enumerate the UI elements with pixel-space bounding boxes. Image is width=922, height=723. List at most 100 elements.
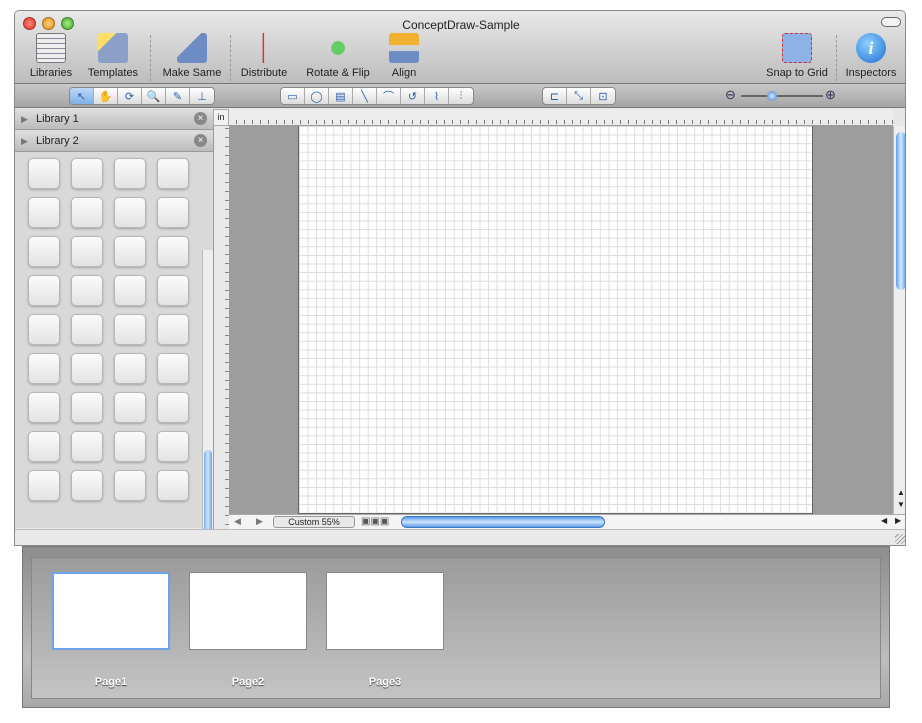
library-shape[interactable]: [114, 431, 146, 462]
page-thumbnail-2[interactable]: Page2: [189, 572, 307, 694]
library-shape[interactable]: [71, 197, 103, 228]
library-shape[interactable]: [28, 470, 60, 501]
library-shape[interactable]: [157, 392, 189, 423]
eyedropper-tool[interactable]: ✎: [166, 88, 190, 104]
zoom-slider[interactable]: [741, 91, 823, 101]
ellipse-tool[interactable]: ◯: [305, 88, 329, 104]
libraries-button[interactable]: Libraries: [29, 33, 73, 79]
zoom-slider-thumb[interactable]: [767, 91, 777, 101]
library-shape[interactable]: [71, 470, 103, 501]
library-shape[interactable]: [114, 197, 146, 228]
library-shape[interactable]: [114, 158, 146, 189]
library-header-1[interactable]: ▶ Library 1 ×: [15, 109, 213, 130]
curve-tool[interactable]: ↺: [401, 88, 425, 104]
library-shape[interactable]: [157, 158, 189, 189]
tool-group-connect: ⊏ ⤡ ⊡: [542, 87, 616, 105]
library-shape[interactable]: [28, 314, 60, 345]
library-shape[interactable]: [71, 431, 103, 462]
disclosure-triangle-icon[interactable]: ▶: [21, 114, 28, 125]
library-shape[interactable]: [28, 353, 60, 384]
view-mode-buttons[interactable]: ▣▣▣: [361, 516, 389, 527]
distribute-button[interactable]: Distribute: [238, 33, 290, 79]
scroll-left-arrow[interactable]: ◀: [881, 516, 887, 525]
library-shape[interactable]: [28, 197, 60, 228]
libraries-label: Libraries: [29, 67, 73, 79]
rotate-tool[interactable]: ⟳: [118, 88, 142, 104]
make-same-button[interactable]: Make Same: [161, 33, 223, 79]
library-shape[interactable]: [157, 275, 189, 306]
library-shape[interactable]: [28, 158, 60, 189]
scroll-down-arrow[interactable]: ▼: [897, 500, 905, 509]
scroll-up-arrow[interactable]: ▲: [897, 488, 905, 497]
rectangle-tool[interactable]: ▭: [281, 88, 305, 104]
library-shape[interactable]: [157, 431, 189, 462]
library-shape[interactable]: [157, 236, 189, 267]
make-same-icon: [177, 33, 207, 63]
library-shape[interactable]: [114, 392, 146, 423]
library-shape[interactable]: [28, 275, 60, 306]
rotate-flip-label: Rotate & Flip: [306, 67, 370, 79]
library-shape[interactable]: [157, 470, 189, 501]
page-thumbnail-1[interactable]: Page1: [52, 572, 170, 694]
zoom-in-icon[interactable]: ⊕: [825, 87, 836, 103]
vertical-scroll-thumb[interactable]: [896, 132, 905, 290]
drawing-page[interactable]: [298, 126, 813, 514]
templates-button[interactable]: Templates: [83, 33, 143, 79]
zoom-select[interactable]: Custom 55%: [273, 516, 355, 528]
page-thumbnail-3[interactable]: Page3: [326, 572, 444, 694]
resize-grip-icon[interactable]: [895, 534, 905, 544]
library-shape[interactable]: [71, 353, 103, 384]
library-shape[interactable]: [114, 314, 146, 345]
library-shape[interactable]: [28, 236, 60, 267]
library-scrollbar[interactable]: [202, 250, 213, 545]
arc-tool[interactable]: ⌒: [377, 88, 401, 104]
align-icon: [389, 33, 419, 63]
library-shape[interactable]: [157, 197, 189, 228]
window-title: ConceptDraw-Sample: [402, 18, 520, 32]
library-shape[interactable]: [114, 236, 146, 267]
library-shape[interactable]: [71, 236, 103, 267]
connector-tool[interactable]: ⫶: [449, 88, 473, 104]
horizontal-scroll-thumb[interactable]: [401, 516, 605, 528]
library-shape[interactable]: [157, 353, 189, 384]
hand-tool[interactable]: ✋: [94, 88, 118, 104]
bezier-tool[interactable]: ⌇: [425, 88, 449, 104]
canvas-area[interactable]: [229, 126, 893, 514]
vertical-scrollbar[interactable]: ▲ ▼: [893, 126, 905, 529]
library-shape[interactable]: [28, 431, 60, 462]
scroll-right-arrow[interactable]: ▶: [895, 516, 901, 525]
close-library-icon[interactable]: ×: [194, 134, 207, 147]
toolbar-toggle-button[interactable]: [881, 17, 901, 27]
text-tool[interactable]: ▤: [329, 88, 353, 104]
library-shape[interactable]: [114, 470, 146, 501]
separator: [230, 35, 231, 81]
inspectors-button[interactable]: i Inspectors: [843, 33, 899, 79]
snap-to-grid-button[interactable]: Snap to Grid: [765, 33, 829, 79]
library-shape[interactable]: [114, 353, 146, 384]
line-tool[interactable]: ╲: [353, 88, 377, 104]
templates-icon: [98, 33, 128, 63]
zoom-out-icon[interactable]: ⊖: [725, 87, 736, 103]
connector-direct-tool[interactable]: ⤡: [567, 88, 591, 104]
library-shape[interactable]: [28, 392, 60, 423]
pointer-tool[interactable]: ↖: [70, 88, 94, 104]
library-shape[interactable]: [157, 314, 189, 345]
ruler-unit[interactable]: in: [213, 109, 229, 126]
next-page-button[interactable]: ▶: [256, 516, 263, 527]
library-header-2[interactable]: ▶ Library 2 ×: [15, 131, 213, 152]
library-shape[interactable]: [71, 314, 103, 345]
disclosure-triangle-icon[interactable]: ▶: [21, 136, 28, 147]
connector-box-tool[interactable]: ⊡: [591, 88, 615, 104]
stamp-tool[interactable]: ⊥: [190, 88, 214, 104]
connector-smart-tool[interactable]: ⊏: [543, 88, 567, 104]
page-label: Page2: [231, 676, 265, 688]
close-library-icon[interactable]: ×: [194, 112, 207, 125]
library-shape[interactable]: [114, 275, 146, 306]
library-shape[interactable]: [71, 158, 103, 189]
rotate-flip-button[interactable]: Rotate & Flip: [303, 33, 373, 79]
align-button[interactable]: Align: [387, 33, 421, 79]
library-shape[interactable]: [71, 275, 103, 306]
previous-page-button[interactable]: ◀: [234, 516, 241, 527]
zoom-tool[interactable]: 🔍: [142, 88, 166, 104]
library-shape[interactable]: [71, 392, 103, 423]
